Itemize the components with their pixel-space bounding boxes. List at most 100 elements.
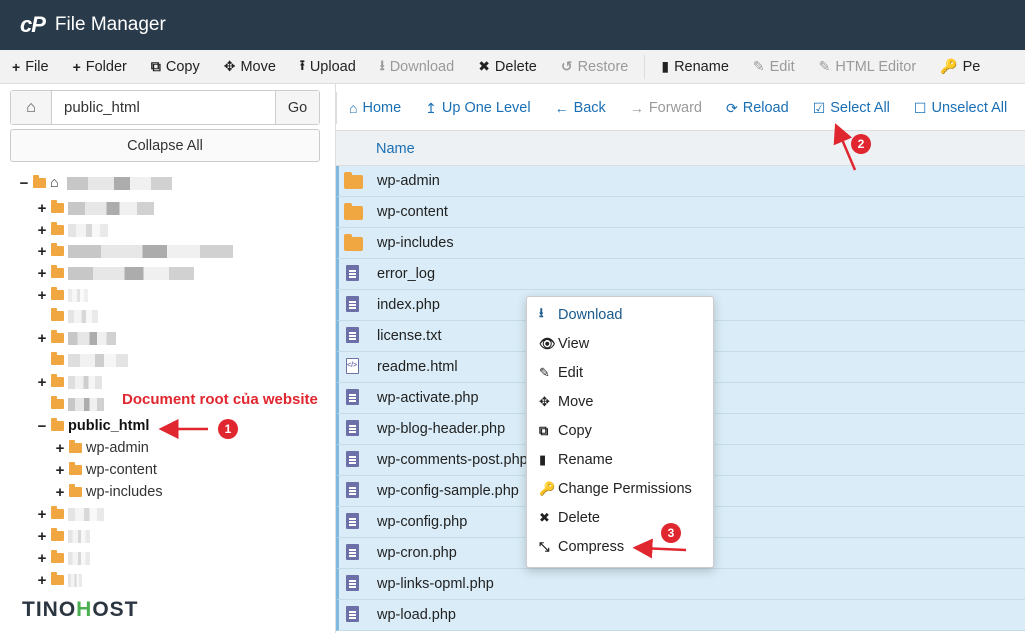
expand-toggle-icon[interactable]: + [36,572,48,589]
new-file-button[interactable]: + File [0,50,61,83]
collapse-toggle-icon[interactable]: − [36,418,48,435]
download-icon: ⭳ [379,56,385,73]
expand-toggle-icon[interactable]: + [36,200,48,217]
file-name: wp-cron.php [377,545,457,561]
expand-toggle-icon[interactable]: + [36,265,48,282]
collapse-toggle-icon[interactable]: − [18,175,30,192]
expand-toggle-icon[interactable]: + [36,243,48,260]
copy-icon: ⧉ [539,422,549,438]
expand-toggle-icon[interactable]: + [36,550,48,567]
nav-unselect-all-button[interactable]: ☐ Unselect All [902,100,1019,117]
tree-item-public-html[interactable]: − public_html [36,416,150,436]
tree-item-wp-includes[interactable]: + wp-includes [54,482,163,502]
edit-button[interactable]: ✎ Edit [741,50,807,83]
tree-item-wp-content[interactable]: + wp-content [54,460,157,480]
toolbar-label: Restore [577,58,629,75]
tree-item[interactable] [51,306,98,326]
expand-toggle-icon[interactable]: + [36,528,48,545]
expand-toggle-icon[interactable]: + [54,484,66,501]
expand-toggle-icon[interactable]: + [36,222,48,239]
file-row[interactable]: wp-load.php [336,600,1025,631]
ctx-view[interactable]: 👁 View [527,329,713,358]
tree-item[interactable]: + [36,285,88,305]
nav-label: Unselect All [931,100,1008,116]
nav-forward-button[interactable]: → Forward [618,100,714,116]
tree-item[interactable]: + [36,570,82,590]
delete-icon: ✖ [478,58,490,74]
file-row[interactable]: wp-includes [336,228,1025,259]
upload-button[interactable]: ⭱ Upload [288,50,368,83]
ctx-download[interactable]: ⭳ Download [527,300,713,329]
forward-icon: → [629,100,644,116]
expand-toggle-icon[interactable]: + [54,462,66,479]
ctx-copy[interactable]: ⧉ Copy [527,416,713,445]
restore-button[interactable]: ↺ Restore [549,50,641,83]
tree-item[interactable]: + [36,198,154,218]
annotation-label: Document root của website [122,391,318,408]
file-icon [346,327,359,347]
ctx-move[interactable]: ✥ Move [527,387,713,416]
nav-label: Up One Level [441,100,531,116]
cpanel-logo: cP [20,12,46,37]
tree-item[interactable]: + [36,526,90,546]
brand-text: OST [92,598,139,621]
nav-reload-button[interactable]: ⟳ Reload [714,100,801,117]
expand-toggle-icon[interactable]: + [36,287,48,304]
expand-toggle-icon[interactable]: + [54,440,66,457]
path-bar: ⌂ Go [10,90,320,125]
folder-icon [51,572,64,585]
folder-icon [51,550,64,563]
change-permissions-icon: 🔑 [539,480,556,496]
tree-item[interactable] [51,394,104,414]
tree-item[interactable]: + [36,548,90,568]
ctx-edit[interactable]: ✎ Edit [527,358,713,387]
nav-select-all-button[interactable]: ☑ Select All [801,100,902,117]
html-editor-button[interactable]: ✎ HTML Editor [807,50,929,83]
nav-up-button[interactable]: ↥ Up One Level [413,100,542,117]
nav-back-button[interactable]: ← Back [543,100,618,116]
blurred-label [68,201,154,215]
file-name: wp-includes [377,235,454,251]
expand-toggle-icon[interactable]: + [36,374,48,391]
new-folder-button[interactable]: + Folder [61,50,139,83]
path-input[interactable] [52,91,275,124]
file-row[interactable]: wp-content [336,197,1025,228]
file-row[interactable]: wp-admin [336,166,1025,197]
permissions-button[interactable]: 🔑 Pe [928,50,992,83]
tree-root[interactable]: − ⌂ [18,173,172,193]
delete-button[interactable]: ✖ Delete [466,50,549,83]
home-icon[interactable]: ⌂ [11,91,52,124]
tree-item[interactable]: + [36,372,102,392]
expand-toggle-icon[interactable]: + [36,506,48,523]
compress-icon: ⤡ [539,538,550,554]
blurred-label [68,244,233,258]
tree-item[interactable]: + [36,328,116,348]
file-icon [346,575,359,595]
blurred-label [68,375,102,389]
rename-button[interactable]: ▮ Rename [649,50,741,83]
expand-toggle-icon[interactable]: + [36,330,48,347]
ctx-delete[interactable]: ✖ Delete [527,503,713,532]
go-button[interactable]: Go [275,91,319,124]
tree-item[interactable]: + [36,220,108,240]
tree-item-wp-admin[interactable]: + wp-admin [54,438,149,458]
file-row[interactable]: wp-links-opml.php [336,569,1025,600]
back-icon: ← [554,100,569,116]
blurred-label [68,223,108,237]
move-button[interactable]: ✥ Move [212,50,288,83]
ctx-change-permissions[interactable]: 🔑 Change Permissions [527,474,713,503]
tree-item[interactable]: + [36,263,194,283]
tree-item[interactable]: + [36,504,104,524]
toolbar-label: Download [389,58,455,75]
tree-item[interactable]: + [36,241,233,261]
main-toolbar: + File + Folder ⧉ Copy ✥ Move ⭱ Upload ⭳ Download ✖ D… [0,50,1025,84]
ctx-rename[interactable]: ▮ Rename [527,445,713,474]
collapse-all-button[interactable]: Collapse All [10,129,320,162]
ctx-compress[interactable]: ⤡ Compress [527,532,713,561]
copy-button[interactable]: ⧉ Copy [139,50,212,83]
file-row[interactable]: error_log [336,259,1025,290]
tree-item[interactable] [51,350,128,370]
column-header-name[interactable]: Name [376,141,415,157]
nav-home-button[interactable]: ⌂ Home [337,100,413,116]
download-button[interactable]: ⭳ Download [368,50,466,83]
